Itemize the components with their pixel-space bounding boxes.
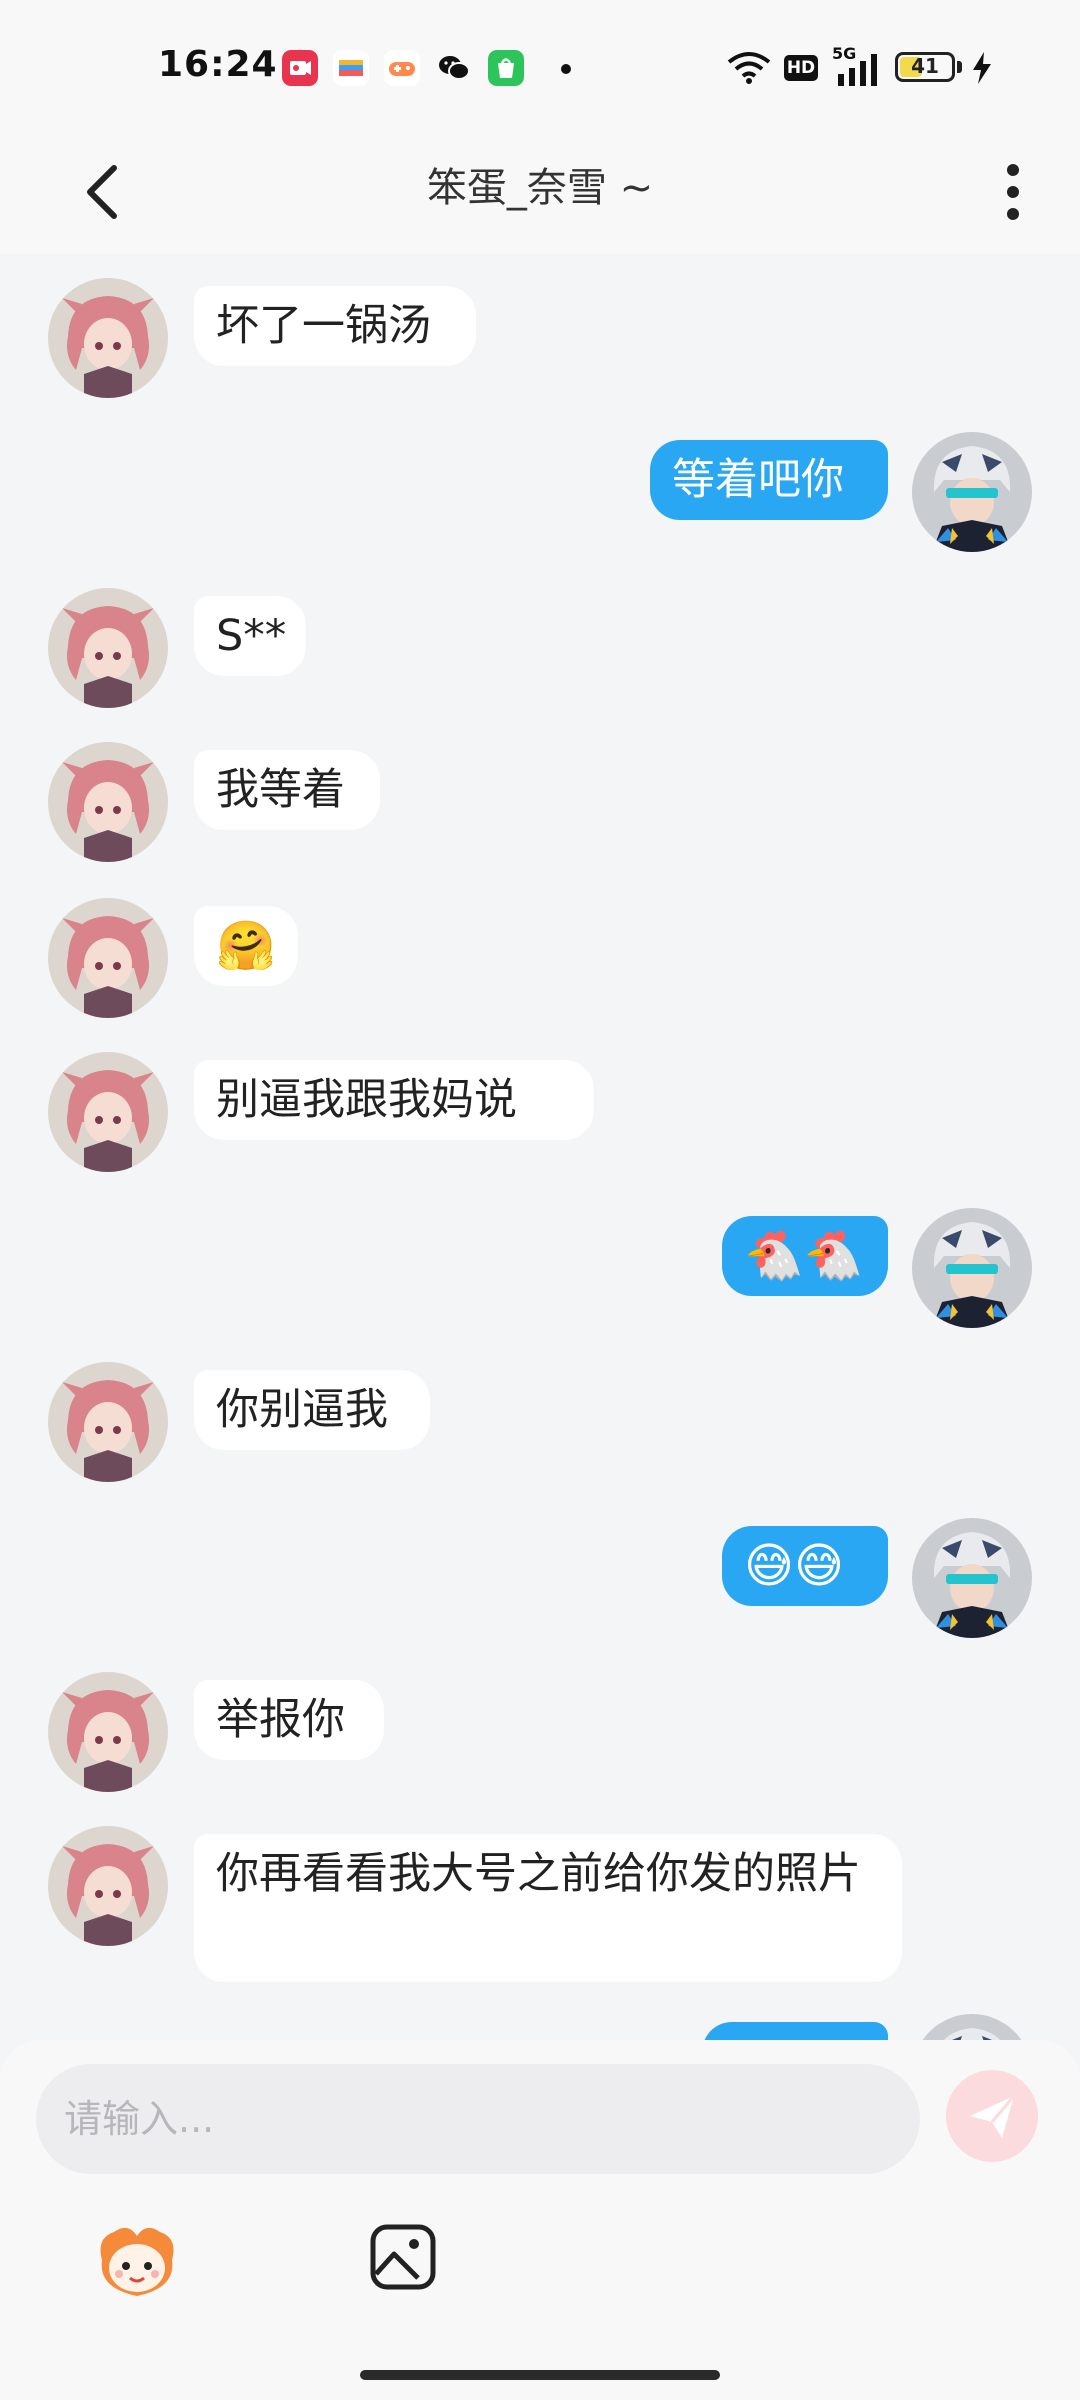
app-store-icon [488,50,524,86]
wallet-icon [333,50,369,86]
send-button[interactable] [946,2070,1038,2162]
outgoing-message-bubble[interactable]: 🐔🐔 [722,1216,888,1296]
mascot-sticker-icon [100,2227,174,2296]
contact-avatar[interactable] [48,1672,168,1792]
hd-badge: HD [784,55,818,81]
chat-title: 笨蛋_奈雪 ~ [426,165,654,211]
outgoing-message-bubble[interactable] [702,2022,888,2040]
contact-avatar[interactable] [48,1826,168,1946]
chat-header: 笨蛋_奈雪 ~ [0,130,1080,254]
battery-cap [957,61,962,73]
more-vertical-icon [1007,164,1019,220]
contact-avatar[interactable] [48,1362,168,1482]
contact-avatar[interactable] [48,1052,168,1172]
contact-avatar[interactable] [48,278,168,398]
input-panel [0,2040,1080,2400]
contact-avatar[interactable] [48,588,168,708]
status-time: 16:24 [158,44,278,85]
image-button[interactable] [368,2222,438,2292]
image-icon [370,2224,436,2290]
message-list[interactable]: 坏了一锅汤 等着吧你 S** 我等着 🤗 别逼我跟我妈说 🐔🐔 你别逼我 😅😅 … [0,254,1080,2040]
self-avatar[interactable] [912,1518,1032,1638]
wechat-icon [436,50,472,86]
incoming-message-bubble[interactable]: S** [194,596,306,676]
home-indicator[interactable] [360,2370,720,2380]
self-avatar[interactable] [912,432,1032,552]
self-avatar[interactable] [912,2014,1032,2040]
battery-percent: 41 [911,54,939,78]
message-input[interactable] [36,2064,920,2174]
incoming-message-bubble[interactable]: 我等着 [194,750,380,830]
status-bar: 16:24 HD 5G 41 [0,0,1080,130]
incoming-message-bubble[interactable]: 🤗 [194,906,298,986]
contact-avatar[interactable] [48,742,168,862]
incoming-message-bubble[interactable]: 别逼我跟我妈说 [194,1060,594,1140]
battery-icon: 41 [895,52,955,82]
contact-avatar[interactable] [48,898,168,1018]
outgoing-message-bubble[interactable]: 等着吧你 [650,440,888,520]
game-center-icon [384,50,420,86]
notification-dot [561,64,571,74]
self-avatar[interactable] [912,1208,1032,1328]
sticker-button[interactable] [92,2218,182,2308]
send-icon [970,2095,1016,2138]
charging-icon [973,52,991,84]
incoming-message-bubble[interactable]: 你再看看我大号之前给你发的照片 [194,1834,902,1982]
outgoing-message-bubble[interactable]: 😅😅 [722,1526,888,1606]
incoming-message-bubble[interactable]: 坏了一锅汤 [194,286,476,366]
screen-record-icon [282,50,318,86]
wifi-icon [727,52,771,84]
more-options-button[interactable] [986,150,1040,234]
signal-icon [838,54,877,86]
incoming-message-bubble[interactable]: 举报你 [194,1680,384,1760]
incoming-message-bubble[interactable]: 你别逼我 [194,1370,430,1450]
